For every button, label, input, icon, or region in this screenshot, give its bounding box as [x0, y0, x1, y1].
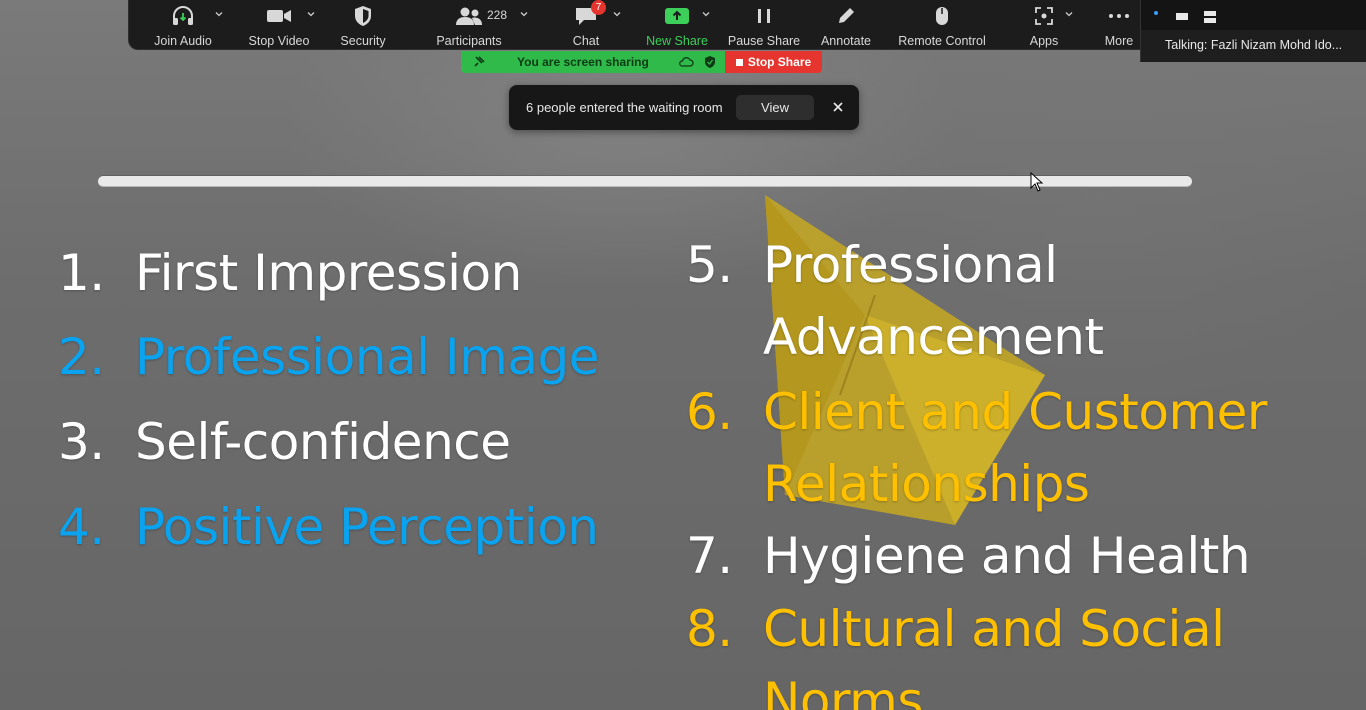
stop-video-label: Stop Video [248, 34, 310, 48]
chevron-down-icon[interactable] [307, 10, 315, 18]
slide-item-8: 8. Cultural and Social Norms [686, 600, 1225, 710]
active-speaker-panel: Talking: Fazli Nizam Mohd Ido... [1140, 0, 1366, 62]
join-audio-button[interactable]: Join Audio [147, 4, 223, 48]
slide-item-7: 7. Hygiene and Health [686, 527, 1251, 585]
mouse-pointer-icon [1030, 172, 1044, 192]
participants-icon [455, 4, 483, 28]
item-text-line2: Relationships [763, 455, 1090, 513]
chat-bubble-icon: 7 [574, 0, 606, 28]
cloud-icon [679, 57, 694, 67]
slide-divider-line [98, 176, 1192, 186]
speaker-layout-icon[interactable] [1203, 10, 1217, 24]
chevron-down-icon[interactable] [1065, 10, 1073, 18]
more-label: More [1104, 34, 1134, 48]
mouse-icon [934, 4, 950, 28]
sharing-status[interactable]: You are screen sharing [461, 51, 725, 73]
close-icon[interactable] [829, 98, 847, 116]
item-text: Cultural and Social Norms [763, 600, 1225, 710]
remote-control-label: Remote Control [898, 34, 986, 48]
slide-item-1: 1. First Impression [58, 248, 522, 298]
apps-button[interactable]: Apps [1027, 4, 1073, 48]
share-screen-icon [664, 4, 690, 28]
new-share-button[interactable]: New Share [644, 4, 710, 48]
item-number: 5. [686, 236, 733, 294]
annotate-label: Annotate [820, 34, 872, 48]
remote-control-button[interactable]: Remote Control [898, 4, 986, 48]
participants-button[interactable]: 228 Participants [429, 4, 528, 48]
slide-item-4: 4. Positive Perception [58, 502, 599, 552]
stop-share-label: Stop Share [747, 55, 812, 69]
waiting-room-notification: 6 people entered the waiting room View [509, 85, 859, 130]
more-dots-icon [1107, 4, 1131, 28]
item-text-line2: Norms [763, 672, 923, 710]
shield-icon [353, 4, 373, 28]
chat-button[interactable]: 7 Chat [565, 0, 621, 48]
item-number: 8. [686, 600, 733, 658]
item-text: Self-confidence [135, 413, 511, 471]
new-share-label: New Share [646, 34, 708, 48]
slide-item-2: 2. Professional Image [58, 332, 599, 382]
shield-check-icon [705, 56, 715, 68]
chevron-down-icon[interactable] [520, 10, 528, 18]
security-button[interactable]: Security [333, 4, 393, 48]
item-text-line1: Professional [763, 236, 1058, 294]
talking-indicator: Talking: Fazli Nizam Mohd Ido... [1165, 38, 1343, 52]
pause-share-label: Pause Share [727, 34, 801, 48]
item-text: Professional Image [135, 328, 599, 386]
security-label: Security [340, 34, 386, 48]
item-text: Professional Advancement [763, 240, 1104, 362]
item-text: Client and Customer Relationships [763, 387, 1267, 509]
video-camera-icon [266, 4, 292, 28]
chevron-down-icon[interactable] [613, 10, 621, 18]
minimize-view-icon[interactable] [1175, 12, 1189, 21]
item-number: 1. [58, 244, 105, 302]
view-button[interactable]: View [736, 95, 814, 120]
item-number: 4. [58, 498, 105, 556]
item-text-line2: Advancement [763, 308, 1104, 366]
slide-item-6: 6. Client and Customer Relationships [686, 387, 1267, 509]
item-number: 3. [58, 413, 105, 471]
sharing-status-text: You are screen sharing [517, 55, 649, 69]
headphones-icon [170, 4, 196, 28]
item-text-line1: Cultural and Social [763, 600, 1225, 658]
chevron-down-icon[interactable] [702, 10, 710, 18]
view-dot-icon[interactable] [1153, 10, 1159, 16]
item-text: First Impression [135, 244, 522, 302]
more-button[interactable]: More [1099, 4, 1139, 48]
screen-sharing-bar: You are screen sharing Stop Share [461, 51, 822, 73]
pencil-icon [835, 4, 857, 28]
item-number: 6. [686, 383, 733, 441]
slide-item-5: 5. Professional Advancement [686, 240, 1104, 362]
pause-share-button[interactable]: Pause Share [727, 4, 801, 48]
apps-icon [1033, 4, 1055, 28]
participants-label: Participants [436, 34, 502, 48]
item-number: 2. [58, 328, 105, 386]
slide-item-3: 3. Self-confidence [58, 417, 511, 467]
stop-square-icon [735, 58, 743, 66]
participant-count: 228 [487, 8, 508, 22]
chat-label: Chat [572, 34, 600, 48]
apps-label: Apps [1029, 34, 1059, 48]
item-text-line1: Client and Customer [763, 383, 1267, 441]
notification-message: 6 people entered the waiting room [526, 100, 723, 115]
chat-unread-badge: 7 [591, 0, 606, 15]
pause-icon [755, 4, 773, 28]
stop-share-button[interactable]: Stop Share [725, 51, 822, 73]
item-text: Hygiene and Health [763, 527, 1251, 585]
drag-pin-icon[interactable] [473, 56, 485, 68]
meeting-toolbar: Join Audio Stop Video Security 228 Parti… [128, 0, 1156, 50]
stop-video-button[interactable]: Stop Video [243, 4, 315, 48]
item-number: 7. [686, 527, 733, 585]
chevron-down-icon[interactable] [215, 10, 223, 18]
annotate-button[interactable]: Annotate [819, 4, 873, 48]
item-text: Positive Perception [135, 498, 599, 556]
join-audio-label: Join Audio [154, 34, 212, 48]
